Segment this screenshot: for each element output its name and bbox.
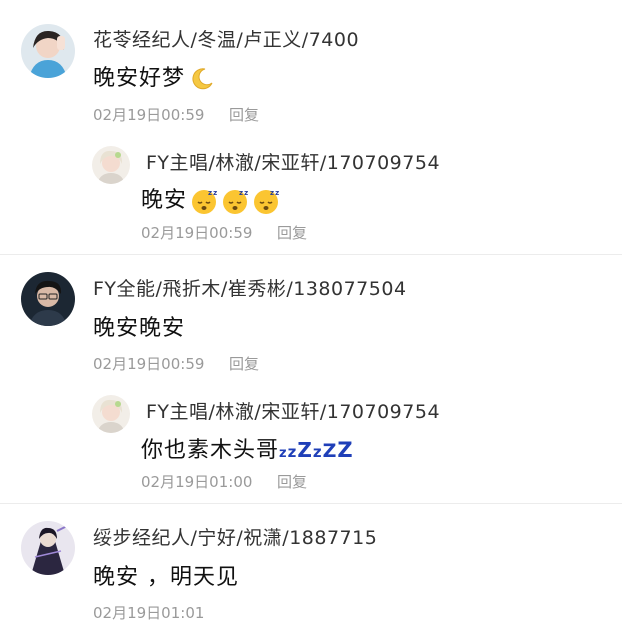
comment-author[interactable]: FY全能/飛折木/崔秀彬/138077504 [93, 274, 407, 301]
avatar[interactable] [21, 24, 75, 78]
comment-author[interactable]: 花苓经纪人/冬温/卢正义/7400 [93, 25, 359, 52]
reply-text: 晚安 zz zz zz [141, 182, 280, 215]
divider [0, 254, 622, 255]
avatar[interactable] [92, 395, 130, 433]
avatar[interactable] [92, 146, 130, 184]
reply-timestamp: 02月19日01:00 [141, 473, 253, 491]
divider [0, 503, 622, 504]
reply-button[interactable]: 回复 [229, 104, 259, 125]
comment-text: 晚安 ，明天见 [93, 565, 239, 590]
svg-text:zz: zz [270, 189, 280, 197]
comment-timestamp: 02月19日00:59 [93, 106, 205, 124]
comment-text: 晚安晚安 [93, 316, 186, 341]
comment-timestamp: 02月19日01:01 [93, 604, 205, 622]
reply-text-body: 你也素木头哥 [141, 438, 280, 463]
reply-timestamp: 02月19日00:59 [141, 224, 253, 242]
sleeping-face-icon: zz [192, 189, 218, 214]
reply-author[interactable]: FY主唱/林澈/宋亚轩/170709754 [146, 397, 440, 424]
comment-timestamp: 02月19日00:59 [93, 355, 205, 373]
crescent-moon-icon [192, 68, 213, 90]
avatar[interactable] [21, 272, 75, 326]
reply-author[interactable]: FY主唱/林澈/宋亚轩/170709754 [146, 148, 440, 175]
comment-author[interactable]: 绥步经纪人/宁好/祝潇/1887715 [93, 523, 377, 550]
reply-button[interactable]: 回复 [229, 353, 259, 374]
reply-button[interactable]: 回复 [277, 471, 307, 492]
reply-button[interactable]: 回复 [277, 222, 307, 243]
sleeping-face-icon: zz [223, 189, 249, 214]
svg-text:zz: zz [239, 189, 249, 197]
comment-text: 晚安好梦 [93, 60, 215, 92]
sleeping-face-icon: zz [254, 189, 280, 214]
svg-text:zz: zz [208, 189, 218, 197]
reply-text-body: 晚安 [141, 188, 188, 213]
avatar[interactable] [21, 521, 75, 575]
zzz-sleeping-text: zzZzZZ [279, 438, 354, 462]
reply-text: 你也素木头哥zzZzZZ [141, 432, 354, 464]
comment-text-body: 晚安好梦 [93, 66, 186, 91]
